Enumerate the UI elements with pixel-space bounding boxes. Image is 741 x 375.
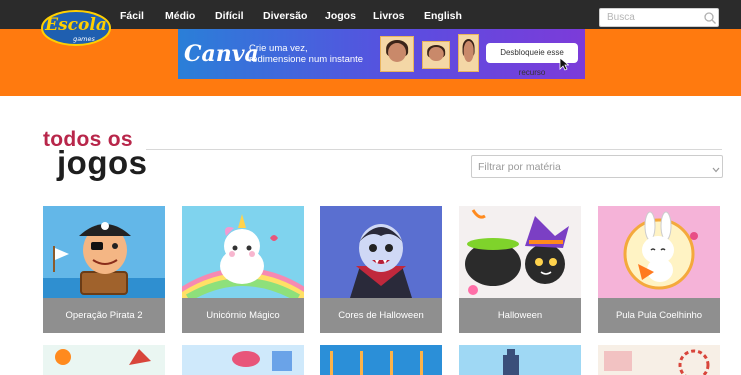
chevron-down-icon bbox=[712, 162, 720, 173]
game-card[interactable]: Cores de Halloween bbox=[320, 206, 442, 333]
game-card[interactable]: Pula Pula Coelhinho bbox=[598, 206, 720, 333]
mouse-cursor-icon bbox=[559, 57, 570, 71]
logo-subtext: games bbox=[73, 35, 95, 43]
filter-placeholder: Filtrar por matéria bbox=[478, 161, 561, 173]
nav-jogos[interactable]: Jogos bbox=[325, 10, 356, 26]
search-input[interactable] bbox=[600, 9, 700, 26]
game-card[interactable]: Unicórnio Mágico bbox=[182, 206, 304, 333]
nav-english[interactable]: English bbox=[424, 10, 462, 26]
game-title: Halloween bbox=[459, 298, 581, 333]
game-card[interactable] bbox=[459, 345, 581, 375]
subject-filter-select[interactable]: Filtrar por matéria bbox=[471, 155, 723, 178]
game-thumbnail bbox=[182, 206, 304, 298]
game-title: Pula Pula Coelhinho bbox=[598, 298, 720, 333]
game-thumbnail bbox=[43, 206, 165, 298]
game-card[interactable]: Halloween bbox=[459, 206, 581, 333]
nav-medio[interactable]: Médio bbox=[165, 10, 195, 26]
game-card[interactable] bbox=[598, 345, 720, 375]
game-thumbnail bbox=[598, 206, 720, 298]
search-icon[interactable] bbox=[703, 11, 717, 25]
game-card[interactable] bbox=[320, 345, 442, 375]
game-thumbnail bbox=[320, 206, 442, 298]
game-card[interactable]: Operação Pirata 2 bbox=[43, 206, 165, 333]
ad-thumbnail-image bbox=[458, 34, 479, 72]
nav-diversao[interactable]: Diversão bbox=[263, 10, 307, 26]
escola-games-logo[interactable]: Escola games bbox=[40, 6, 112, 48]
page-title-line2: jogos bbox=[57, 144, 148, 181]
ad-text: Crie uma vez, redimensione num instante bbox=[249, 43, 364, 65]
game-title: Cores de Halloween bbox=[320, 298, 442, 333]
ad-thumbnail-image bbox=[422, 41, 450, 69]
game-title: Unicórnio Mágico bbox=[182, 298, 304, 333]
search-box bbox=[599, 8, 719, 27]
ad-thumbnail-image bbox=[380, 36, 414, 72]
logo-text: Escola bbox=[44, 15, 107, 35]
canva-logo: Canva bbox=[184, 41, 259, 67]
nav-facil[interactable]: Fácil bbox=[120, 10, 144, 26]
game-card[interactable] bbox=[43, 345, 165, 375]
nav-livros[interactable]: Livros bbox=[373, 10, 405, 26]
nav-dificil[interactable]: Difícil bbox=[215, 10, 244, 26]
title-divider bbox=[146, 149, 722, 150]
game-thumbnail bbox=[459, 206, 581, 298]
game-title: Operação Pirata 2 bbox=[43, 298, 165, 333]
game-card[interactable] bbox=[182, 345, 304, 375]
